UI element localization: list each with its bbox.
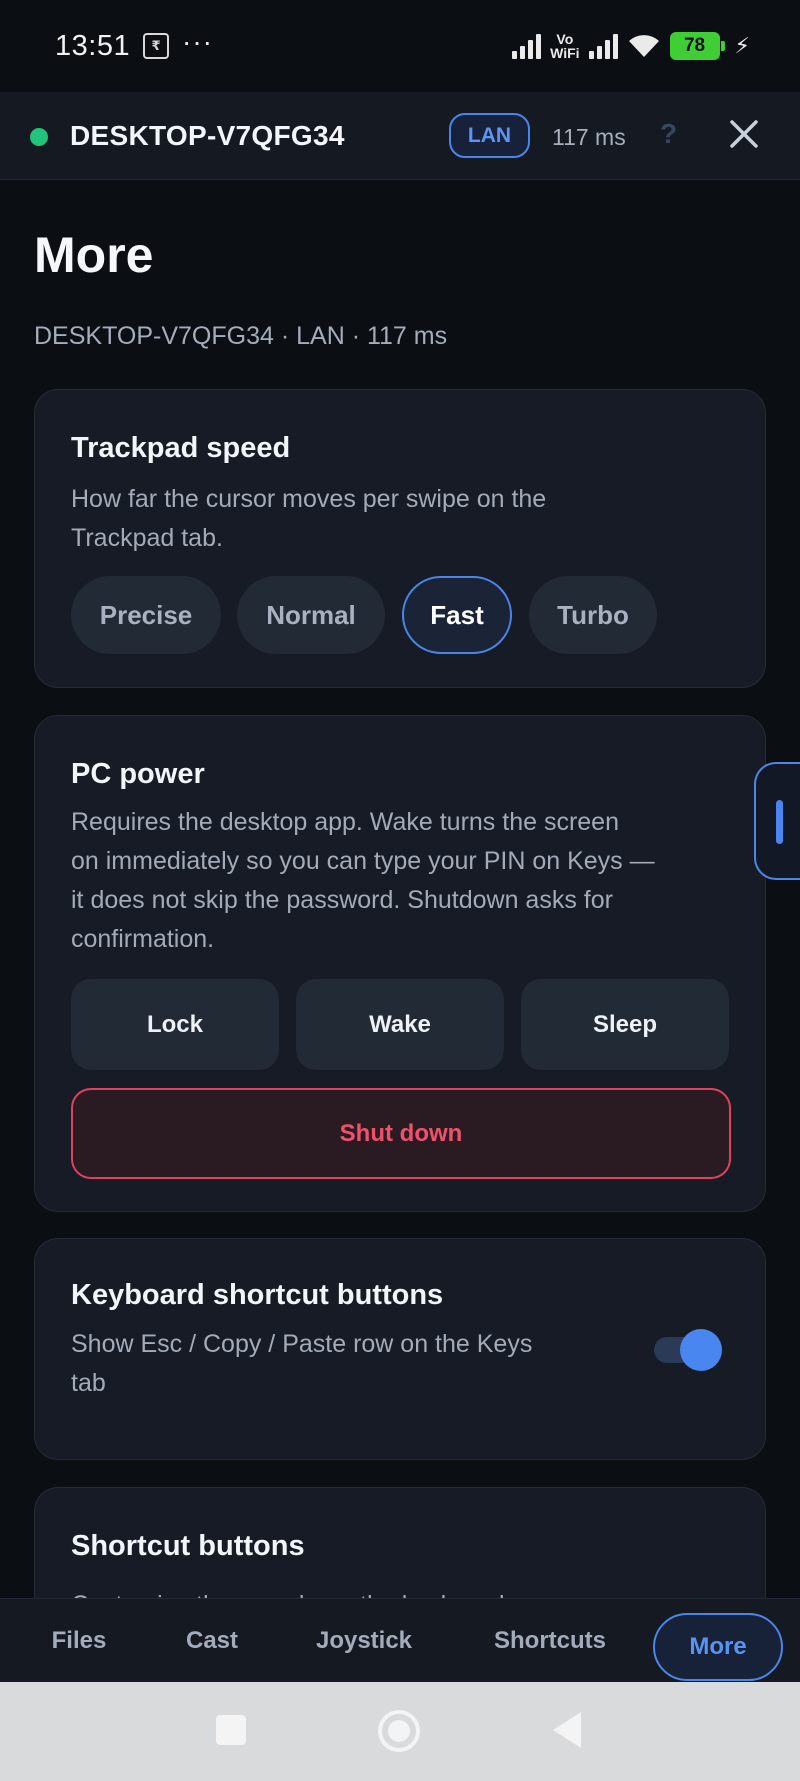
power-desc-line-3: it does not skip the password. Shutdown … xyxy=(71,886,613,914)
bottom-tab-bar: Files Cast Joystick Shortcuts More xyxy=(0,1598,800,1682)
speed-option-precise[interactable]: Precise xyxy=(71,576,221,654)
power-desc-line-4: confirmation. xyxy=(71,925,215,953)
tab-files[interactable]: Files xyxy=(34,1599,124,1683)
status-indicators: Vo WiFi 78 ⚡ xyxy=(512,28,750,64)
shutdown-button[interactable]: Shut down xyxy=(71,1088,731,1179)
charging-icon: ⚡ xyxy=(734,33,750,58)
page-subtitle: DESKTOP-V7QFG34 · LAN · 117 ms xyxy=(34,322,448,350)
latency-readout: 117 ms xyxy=(552,124,626,150)
toggle-knob xyxy=(680,1329,722,1371)
side-panel-handle[interactable] xyxy=(754,762,800,880)
speed-option-fast[interactable]: Fast xyxy=(402,576,512,654)
lock-button[interactable]: Lock xyxy=(71,979,279,1070)
connection-type-badge[interactable]: LAN xyxy=(449,113,530,158)
battery-icon: 78 xyxy=(669,32,725,60)
wifi-icon xyxy=(628,35,659,57)
status-bar: 13:51 ₹ ··· Vo WiFi 78 ⚡ xyxy=(0,0,800,92)
keyboard-shortcuts-card: Keyboard shortcut buttons Show Esc / Cop… xyxy=(34,1238,766,1460)
trackpad-desc-line-1: How far the cursor moves per swipe on th… xyxy=(71,485,547,513)
help-button[interactable]: ? xyxy=(660,118,677,150)
keyboard-desc-line-1: Show Esc / Copy / Paste row on the Keys xyxy=(71,1330,533,1358)
connected-device-name: DESKTOP-V7QFG34 xyxy=(70,120,345,151)
trackpad-desc-line-2: Trackpad tab. xyxy=(71,524,223,552)
power-desc-line-1: Requires the desktop app. Wake turns the… xyxy=(71,808,619,836)
pc-power-description: Requires the desktop app. Wake turns the… xyxy=(71,803,655,959)
recent-apps-icon[interactable] xyxy=(216,1715,246,1745)
tab-more[interactable]: More xyxy=(653,1613,783,1681)
connection-header: DESKTOP-V7QFG34 LAN 117 ms ? xyxy=(0,92,800,180)
tab-cast[interactable]: Cast xyxy=(170,1599,254,1683)
signal-icon xyxy=(512,33,542,59)
trackpad-speed-title: Trackpad speed xyxy=(71,432,291,464)
back-icon[interactable] xyxy=(553,1712,581,1748)
tab-shortcuts[interactable]: Shortcuts xyxy=(482,1599,618,1683)
system-navigation-bar xyxy=(0,1682,800,1781)
more-notifications-icon: ··· xyxy=(182,26,213,57)
keyboard-shortcuts-toggle[interactable] xyxy=(650,1329,722,1371)
power-desc-line-2: on immediately so you can type your PIN … xyxy=(71,847,655,875)
home-icon[interactable] xyxy=(378,1710,420,1752)
status-time: 13:51 xyxy=(55,30,131,62)
close-icon xyxy=(730,120,758,148)
keyboard-shortcuts-title: Keyboard shortcut buttons xyxy=(71,1279,444,1311)
trackpad-speed-description: How far the cursor moves per swipe on th… xyxy=(71,480,546,558)
shortcut-buttons-title: Shortcut buttons xyxy=(71,1530,305,1562)
wake-button[interactable]: Wake xyxy=(296,979,504,1070)
signal-icon-2 xyxy=(588,33,618,59)
vowifi-top-label: Vo xyxy=(556,31,574,47)
connection-status-icon xyxy=(30,128,48,146)
vowifi-bottom-label: WiFi xyxy=(550,45,580,61)
speed-option-normal[interactable]: Normal xyxy=(237,576,385,654)
disconnect-button[interactable] xyxy=(726,110,762,158)
sleep-button[interactable]: Sleep xyxy=(521,979,729,1070)
pc-power-title: PC power xyxy=(71,758,205,790)
vowifi-icon: Vo WiFi xyxy=(550,32,579,60)
speed-option-turbo[interactable]: Turbo xyxy=(529,576,657,654)
keyboard-shortcuts-description: Show Esc / Copy / Paste row on the Keys … xyxy=(71,1325,532,1403)
tab-joystick[interactable]: Joystick xyxy=(304,1599,424,1683)
keyboard-desc-line-2: tab xyxy=(71,1369,106,1397)
pc-power-card: PC power Requires the desktop app. Wake … xyxy=(34,715,766,1212)
rupee-notification-icon: ₹ xyxy=(143,33,169,59)
page-title: More xyxy=(34,227,154,283)
trackpad-speed-card: Trackpad speed How far the cursor moves … xyxy=(34,389,766,688)
